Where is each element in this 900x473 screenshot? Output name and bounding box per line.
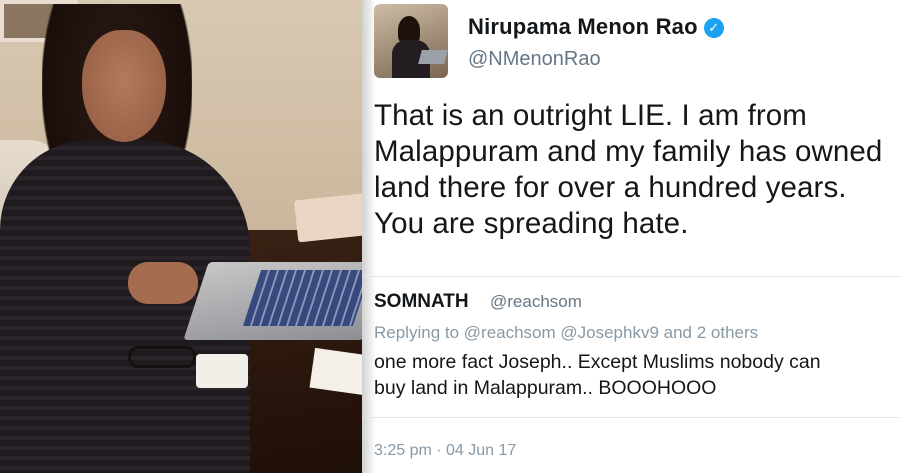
- quoted-tweet[interactable]: SOMNATH @reachsom Replying to @reachsom …: [362, 276, 900, 418]
- author-name[interactable]: Nirupama Menon Rao ✓: [468, 14, 724, 40]
- quoted-author-name[interactable]: SOMNATH: [374, 291, 469, 313]
- photo-hands: [128, 262, 198, 304]
- author-name-text[interactable]: Nirupama Menon Rao: [468, 14, 698, 39]
- photo-papers: [294, 191, 372, 243]
- tweet-card: Nirupama Menon Rao ✓ @NMenonRao That is a…: [362, 0, 900, 473]
- avatar-laptop: [418, 50, 448, 64]
- quoted-author-handle[interactable]: @reachsom: [490, 292, 582, 312]
- verified-badge-icon: ✓: [703, 18, 724, 38]
- photo-woman-at-laptop: [0, 0, 372, 473]
- photo-laptop-keyboard: [242, 270, 372, 326]
- photo-cup: [196, 354, 248, 388]
- avatar[interactable]: [374, 4, 448, 78]
- quoted-replying-to: Replying to @reachsom @Josephkv9 and 2 o…: [374, 323, 759, 342]
- author-handle[interactable]: @NMenonRao: [468, 48, 601, 71]
- photo-glasses: [128, 346, 196, 368]
- tweet-text: That is an outright LIE. I am from Malap…: [374, 99, 883, 240]
- photo-face: [82, 30, 166, 142]
- quoted-tweet-text: one more fact Joseph.. Except Muslims no…: [374, 351, 821, 399]
- tweet-timestamp[interactable]: 3:25 pm · 04 Jun 17: [374, 442, 516, 460]
